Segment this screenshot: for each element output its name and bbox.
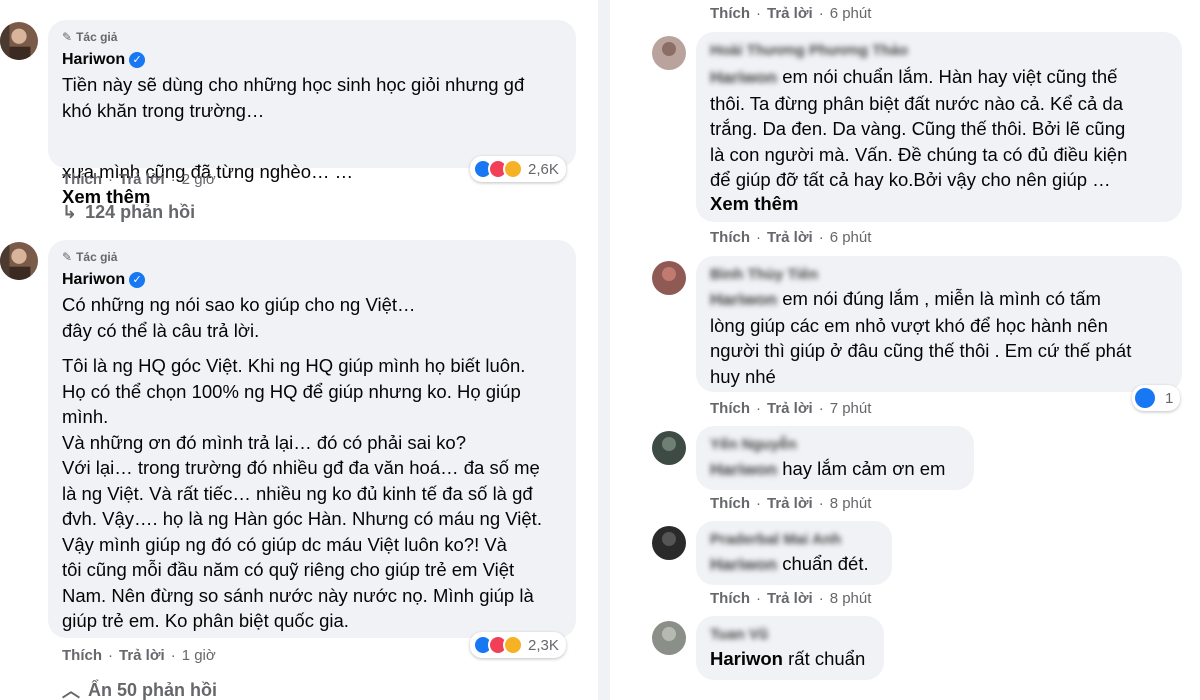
comment-bubble: Yến Nguyễn Hariwon hay lắm cảm ơn em (696, 426, 974, 490)
reaction-count: 2,6K (528, 160, 559, 178)
reply-button[interactable]: Trả lời (767, 229, 813, 246)
comment-bubble: Tuan Vũ Hariwon rất chuẩn (696, 616, 884, 680)
pencil-icon: ✎ (62, 30, 73, 44)
avatar[interactable] (652, 431, 686, 465)
mention-tag[interactable]: Hariwon (710, 555, 777, 574)
reply-button[interactable]: Trả lời (767, 5, 813, 22)
comment-text: Hariwon hay lắm cảm ơn em (710, 456, 972, 483)
comment-text: Tiền này sẽ dùng cho những học sinh học … (62, 74, 525, 121)
reply-button[interactable]: Trả lời (119, 647, 165, 664)
comment-bubble: Praderbal Mai Anh Hariwon chuẩn đét. (696, 521, 892, 585)
reaction-summary[interactable]: 2,6K (470, 156, 566, 182)
avatar[interactable] (652, 261, 686, 295)
timestamp[interactable]: 1 giờ (182, 647, 216, 664)
timestamp[interactable]: 8 phút (830, 590, 872, 607)
comment-actions: Thích · Trả lời · 7 phút (710, 400, 872, 417)
author-row: Hariwon ✓ (62, 271, 146, 289)
comment-bubble: Bình Thùy Tiên Hariwon em nói đúng lắm ,… (696, 256, 1182, 392)
chevron-up-icon: ︿ (62, 681, 80, 700)
commenter-name[interactable]: Tuan Vũ (710, 626, 768, 643)
like-reaction-icon (1135, 388, 1155, 408)
comment-thread-right: Thích · Trả lời · 6 phút Hoài Thương Phươn… (610, 0, 1200, 700)
commenter-name[interactable]: Hoài Thương Phương Thảo (710, 42, 908, 59)
like-button[interactable]: Thích (62, 647, 102, 664)
verified-badge-icon: ✓ (129, 271, 146, 288)
reply-button[interactable]: Trả lời (767, 400, 813, 417)
like-button[interactable]: Thích (710, 229, 750, 246)
author-badge-label: Tác giả (76, 250, 118, 264)
pencil-icon: ✎ (62, 250, 73, 264)
reaction-count: 2,3K (528, 636, 559, 654)
timestamp[interactable]: 8 phút (830, 495, 872, 512)
comment-text: Hariwon em nói đúng lắm , miễn là mình c… (710, 286, 1180, 389)
comment-text: Hariwon rất chuẩn (710, 646, 882, 672)
comment-actions: Thích · Trả lời · 8 phút (710, 590, 872, 607)
mention-tag[interactable]: Hariwon (710, 648, 783, 669)
author-badge: ✎ Tác giả (62, 30, 117, 44)
hide-replies-link[interactable]: ︿ Ẩn 50 phản hồi (62, 677, 217, 700)
comment-text-cont: Tôi là ng HQ góc Việt. Khi ng HQ giúp mì… (62, 355, 542, 631)
timestamp[interactable]: 7 phút (830, 400, 872, 417)
comment-body: chuẩn đét. (777, 553, 869, 574)
mention-tag[interactable]: Hariwon (710, 68, 777, 87)
comment-actions: Thích · Trả lời · 6 phút (710, 5, 872, 22)
like-button[interactable]: Thích (710, 590, 750, 607)
replies-label: 124 phản hồi (85, 202, 196, 222)
author-name[interactable]: Hariwon (62, 51, 125, 68)
comment-thread-left: ✎ Tác giả Hariwon ✓ Tiền này sẽ dùng cho … (0, 0, 598, 700)
comment-text: Hariwon chuẩn đét. (710, 551, 890, 578)
mention-tag[interactable]: Hariwon (710, 290, 777, 309)
reaction-count: 1 (1165, 389, 1174, 407)
comment-bubble: Hoài Thương Phương Thảo Hariwon em nói c… (696, 32, 1182, 222)
view-replies-link[interactable]: ↳ 124 phản hồi (62, 202, 195, 223)
like-button[interactable]: Thích (62, 171, 102, 188)
reaction-summary[interactable]: 2,3K (470, 632, 566, 658)
author-row: Hariwon ✓ (62, 51, 146, 69)
avatar[interactable] (0, 22, 38, 60)
reply-button[interactable]: Trả lời (767, 590, 813, 607)
avatar[interactable] (0, 242, 38, 280)
avatar[interactable] (652, 36, 686, 70)
replies-label: Ẩn 50 phản hồi (88, 679, 218, 700)
timestamp[interactable]: 2 giờ (182, 171, 216, 188)
commenter-name[interactable]: Yến Nguyễn (710, 436, 797, 453)
mention-tag[interactable]: Hariwon (710, 460, 777, 479)
reply-button[interactable]: Trả lời (767, 495, 813, 512)
commenter-name[interactable]: Bình Thùy Tiên (710, 266, 818, 283)
reply-arrow-icon: ↳ (62, 202, 78, 222)
see-more-link[interactable]: Xem thêm (710, 191, 798, 217)
like-button[interactable]: Thích (710, 5, 750, 22)
reply-button[interactable]: Trả lời (119, 171, 165, 188)
like-button[interactable]: Thích (710, 400, 750, 417)
care-reaction-icon (503, 159, 523, 179)
comment-body: hay lắm cảm ơn em (777, 458, 946, 479)
comment-actions: Thích · Trả lời · 2 giờ (62, 171, 216, 188)
avatar[interactable] (652, 621, 686, 655)
author-name[interactable]: Hariwon (62, 271, 125, 288)
author-badge: ✎ Tác giả (62, 250, 117, 264)
care-reaction-icon (503, 635, 523, 655)
avatar[interactable] (652, 526, 686, 560)
reaction-summary[interactable]: 1 (1132, 385, 1181, 411)
author-badge-label: Tác giả (76, 30, 118, 44)
comment-bubble: ✎ Tác giả Hariwon ✓ Tiền này sẽ dùng cho … (48, 20, 576, 207)
timestamp[interactable]: 6 phút (830, 229, 872, 246)
comment-bubble: ✎ Tác giả Hariwon ✓ Có những ng nói sao k… (48, 240, 576, 638)
verified-badge-icon: ✓ (129, 51, 146, 68)
commenter-name[interactable]: Praderbal Mai Anh (710, 531, 841, 548)
comment-actions: Thích · Trả lời · 6 phút (710, 229, 872, 246)
comment-actions: Thích · Trả lời · 8 phút (710, 495, 872, 512)
panel-divider (598, 0, 610, 700)
comment-actions: Thích · Trả lời · 1 giờ (62, 647, 216, 664)
timestamp[interactable]: 6 phút (830, 5, 872, 22)
comment-text: Có những ng nói sao ko giúp cho ng Việt…… (62, 294, 416, 341)
like-button[interactable]: Thích (710, 495, 750, 512)
comment-text: Hariwon em nói chuẩn lắm. Hàn hay việt c… (710, 64, 1180, 193)
comment-body: rất chuẩn (782, 648, 866, 669)
